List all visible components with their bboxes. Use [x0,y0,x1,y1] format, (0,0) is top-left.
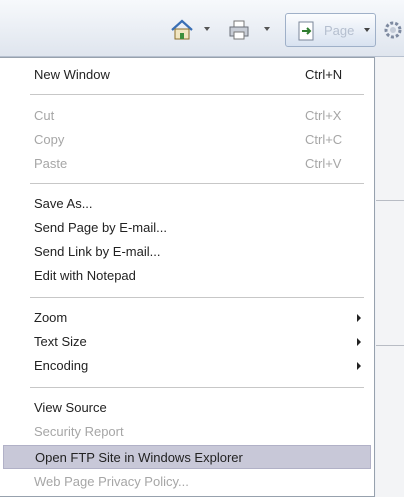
menu-item-label: Zoom [34,310,68,325]
menu-item-label: New Window [34,67,110,82]
menu-separator [30,387,364,389]
menu-item-send-page-by-email[interactable]: Send Page by E-mail... [3,216,371,240]
menu-item-save-as[interactable]: Save As... [3,192,371,216]
page-icon [298,21,314,41]
menu-item-label: View Source [34,400,107,415]
menu-item-edit-with-notepad[interactable]: Edit with Notepad [3,264,371,288]
command-bar: Page [0,0,404,57]
menu-item-label: Save As... [34,196,93,211]
menu-item-text-size[interactable]: Text Size [3,330,371,354]
background-line [376,345,404,346]
background-line [376,200,404,201]
menu-item-cut[interactable]: Cut Ctrl+X [3,104,371,128]
menu-item-copy[interactable]: Copy Ctrl+C [3,128,371,152]
menu-item-label: Open FTP Site in Windows Explorer [35,450,243,465]
submenu-arrow-icon [357,362,361,370]
menu-item-label: Cut [34,108,55,123]
page-dropdown-arrow [364,28,370,32]
menu-item-shortcut: Ctrl+V [305,156,342,171]
menu-item-zoom[interactable]: Zoom [3,306,371,330]
print-icon[interactable] [227,18,251,42]
home-dropdown-arrow[interactable] [204,27,210,31]
page-dropdown-menu: New Window Ctrl+N Cut Ctrl+X Copy Ctrl+C… [0,57,375,497]
menu-item-label: Paste [34,156,68,171]
menu-separator [30,183,364,185]
menu-item-new-window[interactable]: New Window Ctrl+N [3,63,371,87]
menu-item-label: Text Size [34,334,87,349]
menu-item-label: Edit with Notepad [34,268,136,283]
gear-icon[interactable] [382,18,404,42]
menu-item-label: Copy [34,132,65,147]
home-icon[interactable] [170,18,194,42]
print-dropdown-arrow[interactable] [264,27,270,31]
menu-item-open-ftp-site[interactable]: Open FTP Site in Windows Explorer [3,445,371,469]
submenu-arrow-icon [357,338,361,346]
menu-item-view-source[interactable]: View Source [3,396,371,420]
menu-separator [30,94,364,96]
menu-item-label: Send Page by E-mail... [34,220,167,235]
menu-item-label: Encoding [34,358,89,373]
menu-item-label: Send Link by E-mail... [34,244,161,259]
menu-item-privacy-policy[interactable]: Web Page Privacy Policy... [3,470,371,494]
menu-item-label: Web Page Privacy Policy... [34,474,189,489]
menu-item-paste[interactable]: Paste Ctrl+V [3,152,371,176]
page-menu-button[interactable]: Page [285,13,376,47]
menu-item-security-report[interactable]: Security Report [3,420,371,444]
menu-separator [30,297,364,299]
menu-item-send-link-by-email[interactable]: Send Link by E-mail... [3,240,371,264]
menu-item-shortcut: Ctrl+N [305,67,343,82]
menu-item-shortcut: Ctrl+X [305,108,342,123]
menu-item-label: Security Report [34,424,124,439]
background-page-area [376,57,404,497]
menu-item-encoding[interactable]: Encoding [3,354,371,378]
submenu-arrow-icon [357,314,361,322]
page-menu-label: Page [324,23,355,38]
menu-item-shortcut: Ctrl+C [305,132,343,147]
